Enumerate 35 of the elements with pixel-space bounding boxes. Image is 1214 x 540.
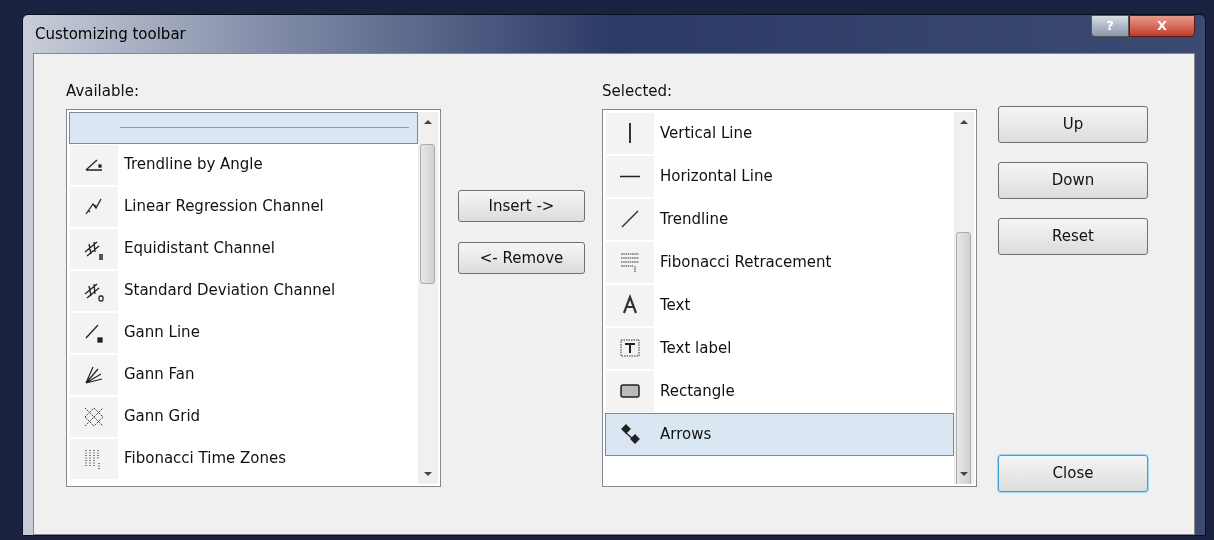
list-item[interactable]: Trendline	[605, 197, 954, 241]
list-label: Selected:	[602, 81, 674, 102]
list-item[interactable]: Standard Deviation Channel	[69, 269, 418, 312]
transfer-button[interactable]: Insert ->	[458, 190, 585, 222]
list-item[interactable]: Linear Regression Channel	[69, 185, 418, 228]
transfer-button[interactable]: <- Remove	[458, 242, 585, 274]
dialog-button[interactable]: Down	[998, 162, 1148, 199]
grid-icon	[83, 405, 105, 428]
horizontal-line-icon	[620, 174, 640, 178]
list-item[interactable]: Fibonacci Retracement	[605, 240, 954, 284]
dialog-button[interactable]: Reset	[998, 218, 1148, 255]
list-item[interactable]: Trendline by Angle	[69, 143, 418, 186]
scrollbar[interactable]	[954, 111, 974, 484]
list-label: Available:	[66, 81, 140, 102]
dialog-button[interactable]: Close	[998, 455, 1148, 492]
list-item[interactable]: Rectangle	[605, 369, 954, 413]
window-title: Customizing toolbar	[35, 23, 186, 45]
dialog-button[interactable]: Up	[998, 106, 1148, 143]
scrollbar[interactable]	[418, 111, 438, 484]
vertical-line-icon	[628, 123, 632, 143]
list-item[interactable]: Text	[605, 283, 954, 327]
list-item[interactable]: Equidistant Channel	[69, 227, 418, 270]
separator-item[interactable]	[69, 111, 418, 144]
list-item[interactable]: Gann Grid	[69, 395, 418, 438]
list-item[interactable]: Fibonacci Time Zones	[69, 437, 418, 480]
diagonal-line-icon	[619, 208, 641, 230]
list-item[interactable]: Text label	[605, 326, 954, 370]
list-item[interactable]: Arrows	[605, 412, 954, 456]
list-item[interactable]: Gann Fan	[69, 353, 418, 396]
text-label-icon	[619, 337, 641, 359]
list-item[interactable]: Horizontal Line	[605, 154, 954, 198]
arrows-icon	[619, 423, 641, 445]
list-item[interactable]: Vertical Line	[605, 111, 954, 155]
list-item[interactable]: Gann Line	[69, 311, 418, 354]
retracement-icon	[619, 251, 641, 273]
